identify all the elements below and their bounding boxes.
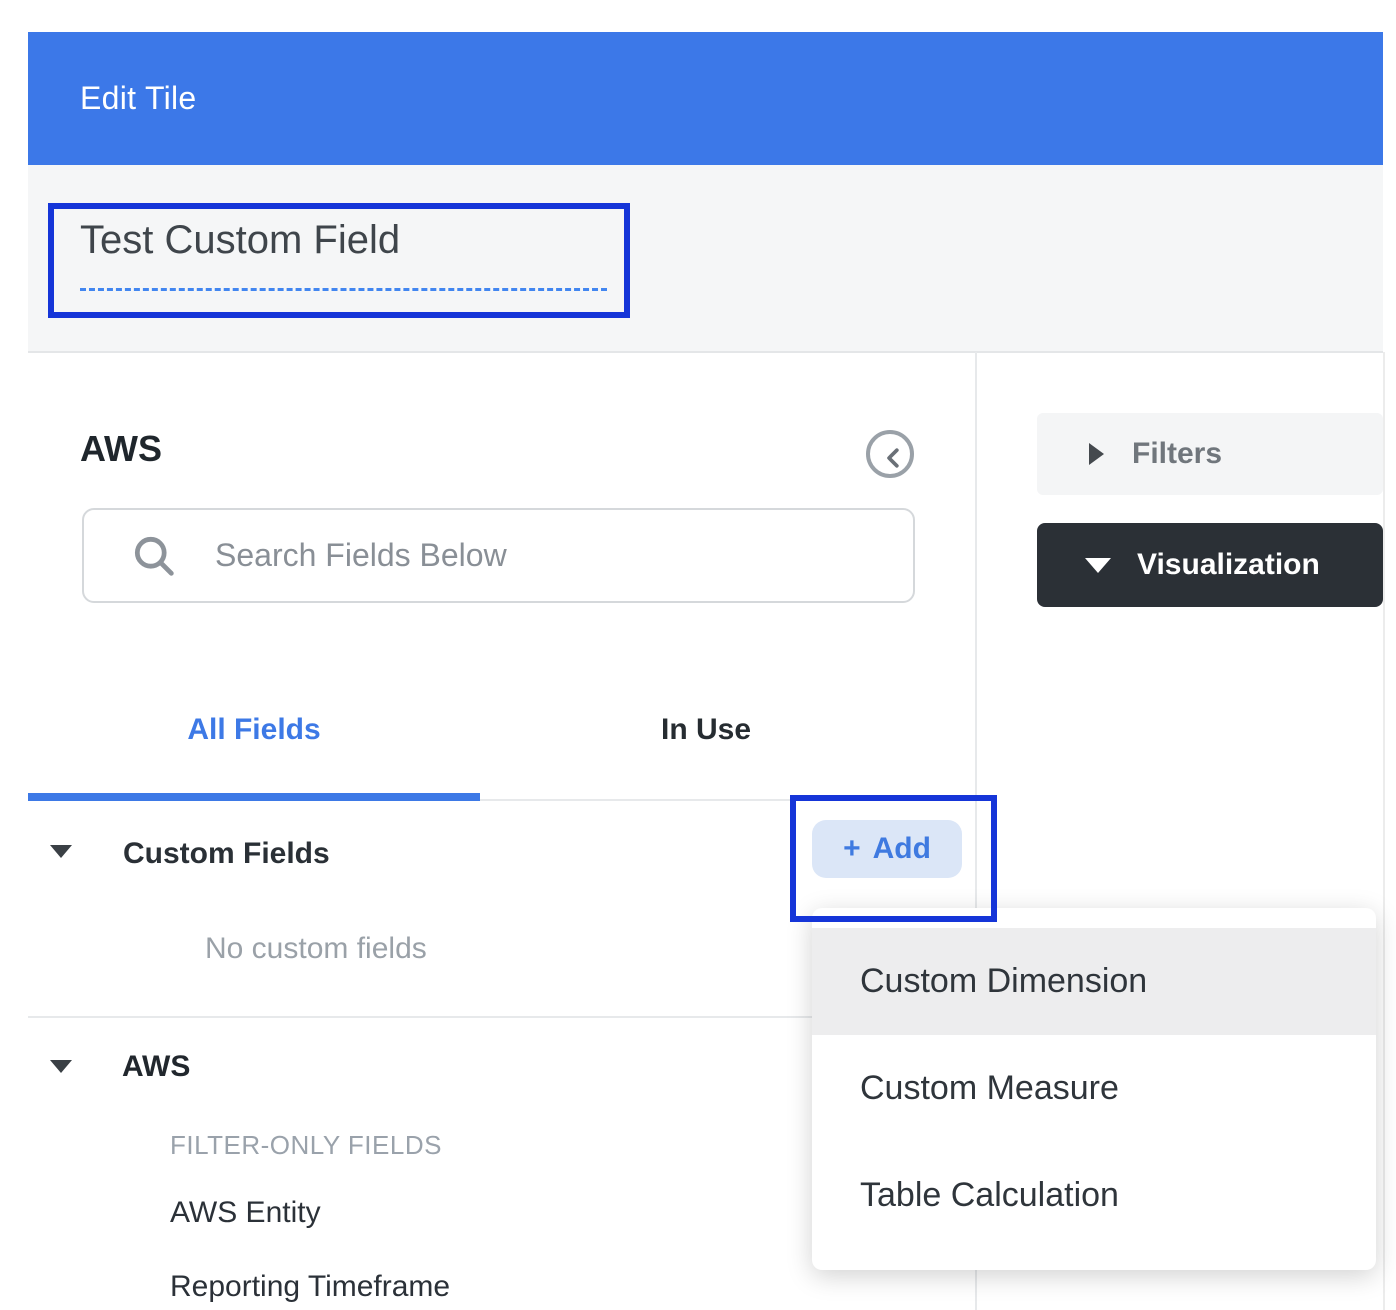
menu-item-custom-dimension[interactable]: Custom Dimension	[812, 928, 1376, 1035]
field-reporting-timeframe[interactable]: Reporting Timeframe	[170, 1270, 450, 1304]
tab-all-fields[interactable]: All Fields	[28, 700, 480, 760]
dialog-title: Edit Tile	[80, 32, 197, 165]
collapse-panel-button[interactable]	[866, 430, 914, 478]
tile-name-input[interactable]: Test Custom Field	[80, 218, 400, 263]
search-input[interactable]: Search Fields Below	[82, 508, 915, 603]
dialog-right-border	[1383, 352, 1385, 1310]
chevron-left-icon	[877, 441, 911, 475]
dialog-header: Edit Tile	[28, 32, 1383, 165]
field-aws-entity[interactable]: AWS Entity	[170, 1196, 321, 1230]
no-custom-fields-text: No custom fields	[205, 932, 427, 966]
filters-label: Filters	[1132, 437, 1222, 471]
filter-only-fields-header: FILTER-ONLY FIELDS	[170, 1130, 442, 1161]
chevron-down-icon	[1085, 558, 1111, 573]
visualization-section-toggle[interactable]: Visualization	[1037, 523, 1383, 607]
explore-heading: AWS	[80, 428, 162, 470]
caret-down-icon[interactable]	[50, 845, 72, 858]
add-field-menu: Custom Dimension Custom Measure Table Ca…	[812, 908, 1376, 1270]
tab-in-use[interactable]: In Use	[480, 700, 932, 760]
tile-name-dashed-underline	[80, 288, 607, 291]
search-icon	[128, 530, 180, 582]
visualization-label: Visualization	[1137, 548, 1320, 582]
edit-tile-dialog: Edit Tile Test Custom Field AWS Search F…	[0, 0, 1396, 1310]
section-aws[interactable]: AWS	[122, 1050, 190, 1084]
add-button-label: Add	[873, 832, 931, 866]
active-tab-underline	[28, 793, 480, 801]
chevron-right-icon	[1089, 443, 1104, 465]
plus-icon: +	[843, 832, 861, 866]
menu-item-table-calculation[interactable]: Table Calculation	[812, 1142, 1376, 1249]
caret-down-icon[interactable]	[50, 1060, 72, 1073]
add-custom-field-button[interactable]: + Add	[812, 820, 962, 878]
search-placeholder: Search Fields Below	[215, 510, 507, 601]
section-custom-fields[interactable]: Custom Fields	[123, 837, 330, 871]
filters-section-toggle[interactable]: Filters	[1037, 413, 1383, 495]
menu-item-custom-measure[interactable]: Custom Measure	[812, 1035, 1376, 1142]
